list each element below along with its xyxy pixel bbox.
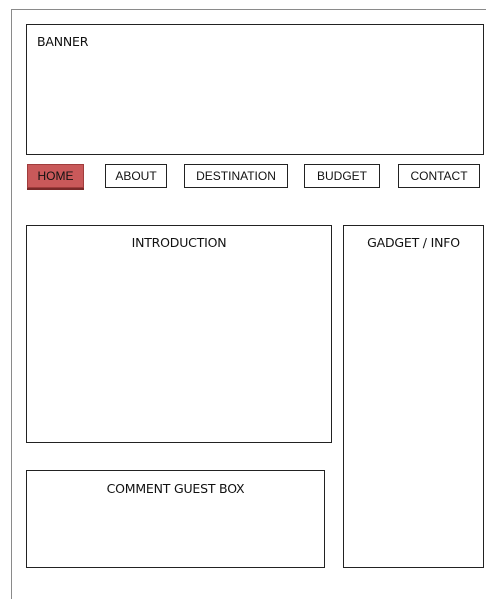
comment-guest-box[interactable]: COMMENT GUEST BOX bbox=[26, 470, 325, 568]
gadget-info-section: GADGET / INFO bbox=[343, 225, 484, 568]
introduction-label: INTRODUCTION bbox=[131, 235, 227, 250]
introduction-section: INTRODUCTION bbox=[26, 225, 332, 443]
banner: BANNER bbox=[26, 24, 484, 155]
gadget-info-label: GADGET / INFO bbox=[367, 235, 460, 250]
comment-guest-box-label: COMMENT GUEST BOX bbox=[106, 481, 245, 496]
nav-home-button[interactable]: HOME bbox=[27, 164, 84, 188]
nav-destination-button[interactable]: DESTINATION bbox=[184, 164, 288, 188]
nav-about-button[interactable]: ABOUT bbox=[105, 164, 167, 188]
nav-budget-button[interactable]: BUDGET bbox=[304, 164, 380, 188]
banner-label: BANNER bbox=[37, 34, 89, 49]
nav-contact-button[interactable]: CONTACT bbox=[398, 164, 480, 188]
